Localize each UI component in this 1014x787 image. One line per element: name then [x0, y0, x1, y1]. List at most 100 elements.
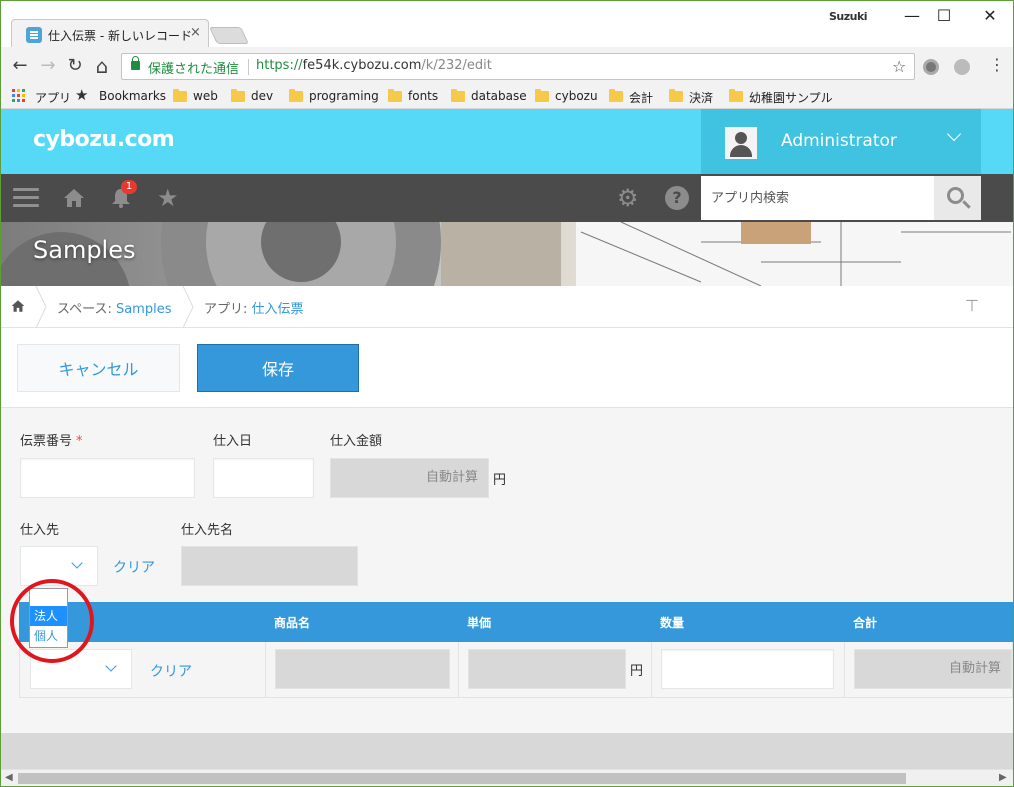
- tab-title: 仕入伝票 - 新しいレコード: [48, 29, 192, 43]
- scrollbar-thumb[interactable]: [18, 773, 906, 784]
- record-action-bar: キャンセル 保存: [1, 328, 1013, 408]
- hamburger-menu-icon[interactable]: [13, 188, 39, 208]
- omnibox-divider: [248, 59, 249, 75]
- supplier-name-label: 仕入先名: [181, 523, 234, 538]
- browser-toolbar: ← → ↻ ⌂ 保護された通信 https://fe54k.cybozu.com…: [1, 47, 1013, 85]
- pin-icon[interactable]: ⊤: [965, 296, 979, 315]
- column-unit-price: 単価: [467, 616, 492, 630]
- bookmark-folder-kindergarten[interactable]: 幼稚園サンプル: [729, 89, 833, 106]
- required-mark: *: [76, 434, 83, 449]
- subtable-header: 商品名 単価 数量 合計: [19, 602, 1013, 642]
- portal-home-icon[interactable]: [63, 187, 85, 209]
- supplier-name-field: [181, 546, 358, 586]
- new-tab-button[interactable]: [209, 27, 249, 44]
- url-scheme: https://: [256, 58, 303, 73]
- chevron-down-icon: [946, 126, 962, 142]
- bookmark-item[interactable]: Bookmarks: [79, 89, 166, 103]
- unit-price-field: [468, 649, 626, 689]
- breadcrumb-app: アプリ: 仕入伝票: [204, 302, 304, 317]
- record-form: 伝票番号 * 仕入日 仕入金額 自動計算 円 仕入先 クリア 仕入先名 商品名 単…: [1, 408, 1013, 733]
- tab-close-icon[interactable]: ×: [190, 25, 201, 40]
- extension-icon[interactable]: [954, 59, 970, 75]
- bookmark-folder-dev[interactable]: dev: [231, 89, 273, 103]
- app-search-input[interactable]: [701, 176, 934, 220]
- site-header: cybozu.com Administrator: [1, 109, 1013, 174]
- bookmark-folder-web[interactable]: web: [173, 89, 218, 103]
- bookmark-folder-programing[interactable]: programing: [289, 89, 379, 103]
- scroll-left-icon[interactable]: ◀: [5, 772, 13, 783]
- cybozu-logo[interactable]: cybozu.com: [33, 127, 175, 152]
- supplier-clear-link[interactable]: クリア: [113, 557, 155, 577]
- breadcrumb-home-icon[interactable]: [11, 299, 25, 313]
- breadcrumb-app-link[interactable]: 仕入伝票: [252, 302, 304, 317]
- quantity-input[interactable]: [661, 649, 834, 689]
- breadcrumb-space-link[interactable]: Samples: [116, 302, 172, 317]
- column-quantity: 数量: [660, 616, 685, 630]
- browser-window: 仕入伝票 - 新しいレコード × Suzuki — ☐ ✕ ← → ↻ ⌂ 保護…: [0, 0, 1014, 787]
- purchase-date-input[interactable]: [213, 458, 314, 498]
- space-title: Samples: [33, 236, 136, 264]
- purchase-amount-field: 自動計算: [330, 458, 489, 498]
- row-clear-link[interactable]: クリア: [150, 661, 192, 681]
- global-nav: 1 ★ ⚙ ?: [1, 174, 1013, 222]
- bookmark-folder-cybozu[interactable]: cybozu: [535, 89, 598, 103]
- chevron-down-icon: [71, 557, 83, 569]
- slip-number-input[interactable]: [20, 458, 195, 498]
- breadcrumb-separator: [35, 286, 47, 328]
- yen-unit: 円: [493, 473, 507, 488]
- scroll-right-icon[interactable]: ▶: [999, 772, 1007, 783]
- tab-strip: 仕入伝票 - 新しいレコード × Suzuki — ☐ ✕: [1, 1, 1013, 49]
- back-icon[interactable]: ←: [9, 55, 31, 77]
- minimize-icon[interactable]: —: [897, 5, 927, 27]
- settings-gear-icon[interactable]: ⚙: [617, 186, 639, 210]
- favorites-star-icon[interactable]: ★: [157, 186, 179, 210]
- user-name: Administrator: [781, 131, 897, 151]
- page-footer: [1, 733, 1013, 769]
- column-product-name: 商品名: [274, 616, 311, 630]
- folder-icon: [231, 89, 245, 102]
- home-icon[interactable]: ⌂: [91, 55, 113, 77]
- folder-icon: [388, 89, 402, 102]
- supplier-label: 仕入先: [20, 523, 60, 538]
- profile-name[interactable]: Suzuki: [829, 10, 868, 23]
- save-button[interactable]: 保存: [197, 344, 359, 392]
- slip-number-label: 伝票番号 *: [20, 434, 83, 449]
- url-host: fe54k.cybozu.com: [302, 58, 422, 73]
- breadcrumb-separator: [182, 286, 194, 328]
- close-window-icon[interactable]: ✕: [975, 5, 1005, 27]
- bookmark-folder-database[interactable]: database: [451, 89, 527, 103]
- folder-icon: [729, 89, 743, 102]
- help-icon[interactable]: ?: [665, 186, 689, 210]
- lock-icon: [131, 56, 140, 70]
- folder-icon: [173, 89, 187, 102]
- url-text[interactable]: https://fe54k.cybozu.com/k/232/edit: [256, 58, 492, 73]
- maximize-icon[interactable]: ☐: [929, 5, 959, 27]
- chrome-menu-icon[interactable]: ⋮: [989, 56, 1005, 74]
- notification-badge: 1: [121, 180, 137, 194]
- total-field: 自動計算: [854, 649, 1012, 689]
- extension-gear-icon[interactable]: [923, 59, 939, 75]
- gear-illustration: [1, 222, 1013, 286]
- folder-icon: [535, 89, 549, 102]
- address-bar[interactable]: 保護された通信 https://fe54k.cybozu.com/k/232/e…: [121, 53, 915, 80]
- annotation-circle: [10, 579, 94, 663]
- bookmark-apps[interactable]: アプリ: [15, 89, 71, 106]
- bookmark-folder-accounting[interactable]: 会計: [609, 89, 653, 106]
- browser-tab[interactable]: 仕入伝票 - 新しいレコード ×: [11, 19, 209, 49]
- yen-unit: 円: [630, 664, 644, 679]
- breadcrumb: スペース: Samples アプリ: 仕入伝票 ⊤: [1, 286, 1013, 328]
- folder-icon: [289, 89, 303, 102]
- bookmark-star-icon[interactable]: ☆: [892, 57, 906, 76]
- cancel-button[interactable]: キャンセル: [17, 344, 180, 392]
- kintone-page: cybozu.com Administrator 1 ★ ⚙ ? アプリ内検索 …: [1, 109, 1013, 769]
- forward-icon[interactable]: →: [37, 55, 59, 77]
- folder-icon: [451, 89, 465, 102]
- user-menu[interactable]: Administrator: [701, 109, 981, 174]
- bookmark-folder-payment[interactable]: 決済: [669, 89, 713, 106]
- horizontal-scrollbar[interactable]: ◀ ▶: [1, 769, 1013, 786]
- search-button[interactable]: [934, 176, 981, 220]
- reload-icon[interactable]: ↻: [64, 55, 86, 77]
- chevron-down-icon: [105, 660, 117, 672]
- bookmark-folder-fonts[interactable]: fonts: [388, 89, 438, 103]
- table-row: クリア 円 自動計算: [19, 642, 1013, 698]
